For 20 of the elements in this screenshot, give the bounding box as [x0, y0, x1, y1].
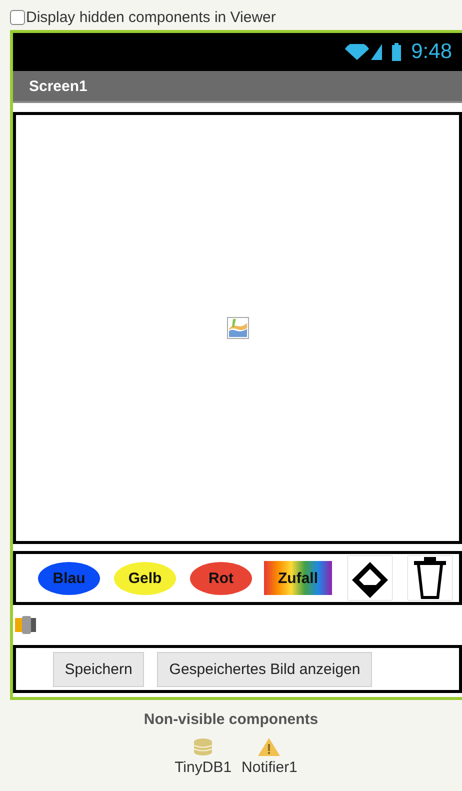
screen-title: Screen1 [29, 78, 88, 94]
action-button[interactable]: Gespeichertes Bild anzeigen [157, 652, 372, 686]
section-title: Non-visible components [144, 711, 318, 728]
clock-time: 9:48 [411, 40, 452, 64]
image-icon [226, 317, 248, 339]
warning-icon [258, 738, 280, 756]
eraser-button[interactable] [348, 556, 392, 600]
random-color-button[interactable]: Zufall [264, 561, 332, 595]
component-label: TinyDB1 [174, 759, 232, 776]
drawing-canvas[interactable] [13, 112, 462, 544]
sound-icon [15, 616, 37, 634]
checkbox-label: Display hidden components in Viewer [26, 8, 276, 26]
battery-icon [392, 43, 402, 61]
color-button[interactable]: Gelb [114, 562, 176, 594]
checkbox[interactable] [10, 10, 25, 24]
color-button[interactable]: Rot [190, 562, 252, 594]
trash-button[interactable] [408, 556, 452, 600]
action-button[interactable]: Speichern [52, 652, 144, 686]
component-label: Notifier1 [242, 759, 298, 776]
database-icon [193, 738, 214, 756]
